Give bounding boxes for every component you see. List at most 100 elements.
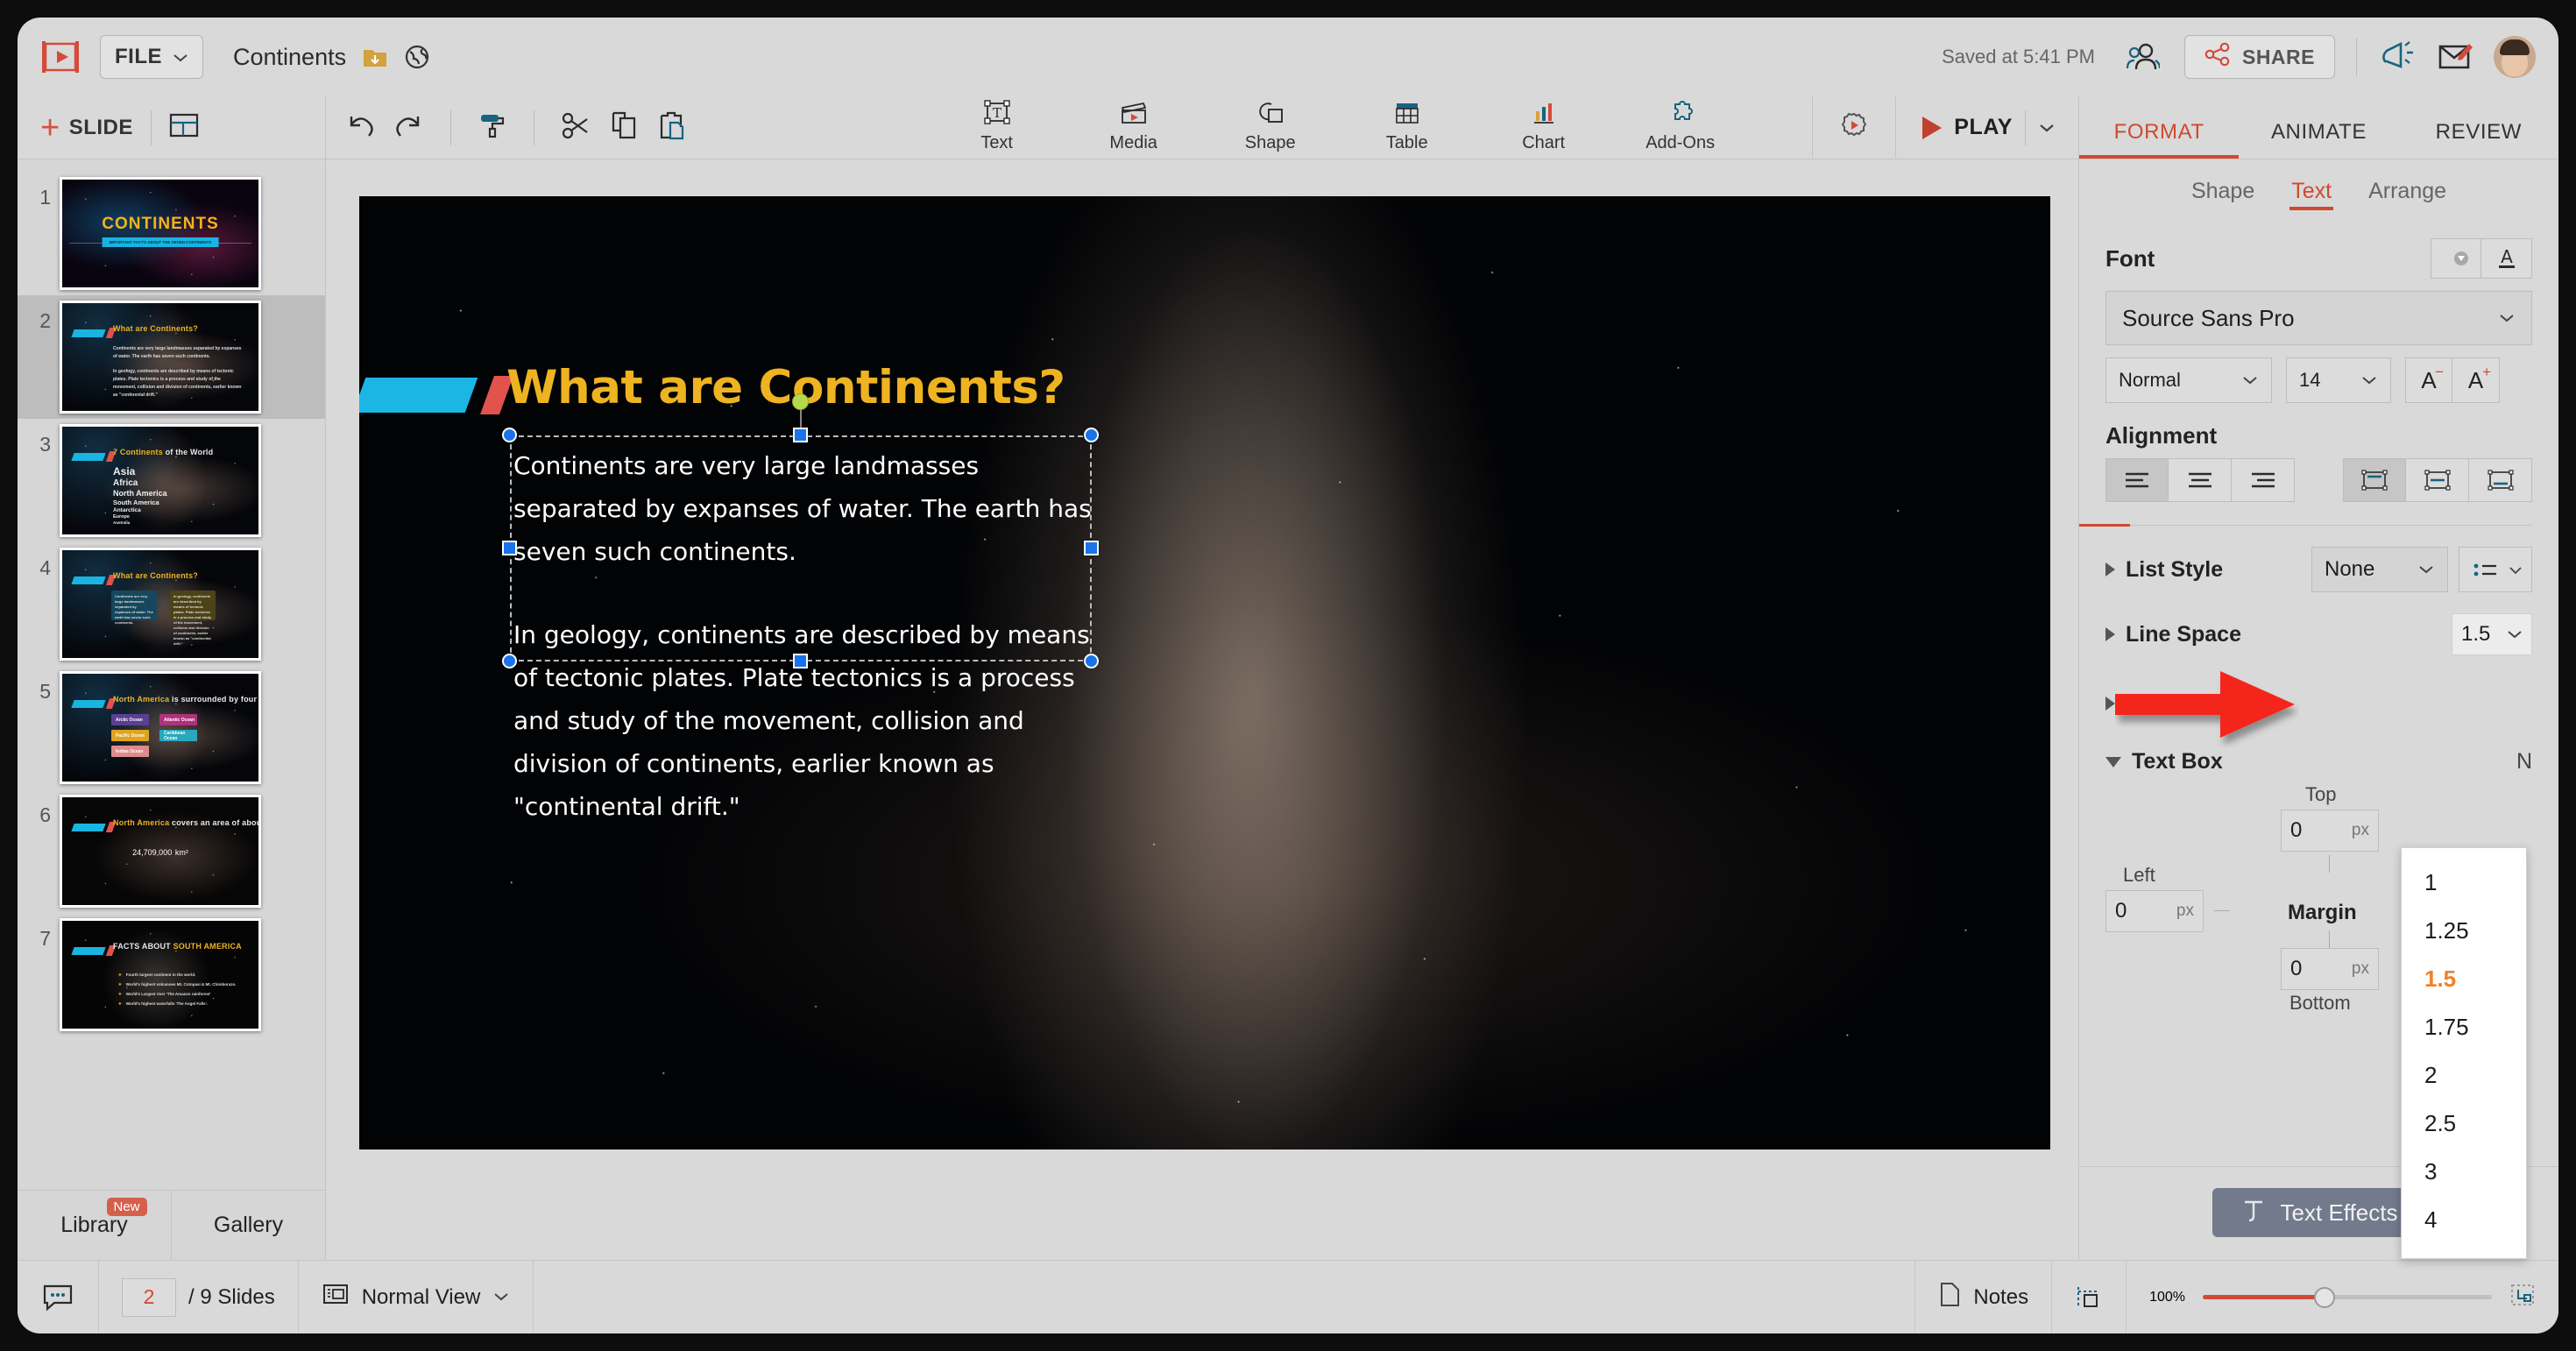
paint-roller-icon[interactable] [478,110,507,145]
dropdown-option[interactable]: 1 [2402,859,2526,907]
thumbnail-preview[interactable]: North America is surrounded by four wate… [60,671,261,784]
folder-download-icon[interactable] [362,44,388,70]
thumbnail-preview[interactable]: What are Continents? Continents are very… [60,301,261,414]
tab-animate[interactable]: ANIMATE [2239,120,2398,159]
text-box-content[interactable]: Continents are very large landmasses sep… [513,444,1100,828]
font-family-select[interactable]: Source Sans Pro [2105,291,2532,345]
line-space-dropdown[interactable]: 1 1.25 1.5 1.75 2 2.5 3 4 [2401,847,2527,1259]
insert-table-button[interactable]: Table [1365,100,1449,153]
resize-handle-mr[interactable] [1084,541,1099,555]
dropdown-option[interactable]: 4 [2402,1196,2526,1244]
valign-bottom-icon[interactable] [2469,458,2532,502]
paste-icon[interactable] [657,110,685,145]
font-weight-select[interactable]: Normal [2105,357,2272,403]
font-size-select[interactable]: 14 [2286,357,2391,403]
margin-top-input[interactable]: 0 px [2281,810,2379,852]
bullet-list-icon[interactable] [2459,547,2532,592]
list-style-select[interactable]: None [2311,547,2448,592]
text-effects-button[interactable]: Text Effects [2212,1188,2426,1237]
thumbnail-preview[interactable]: FACTS ABOUT SOUTH AMERICA ✷ Fourth larges… [60,918,261,1031]
margin-bottom-input[interactable]: 0 px [2281,948,2379,990]
undo-icon[interactable] [345,112,375,143]
slide-thumbnail-2[interactable]: 2 What are Continents? Continents are ve… [18,295,325,419]
slide-title[interactable]: What are Continents? [506,361,1065,414]
tab-library[interactable]: Library New [18,1191,171,1260]
subtab-text[interactable]: Text [2289,179,2333,210]
file-menu-button[interactable]: FILE [100,35,203,79]
zoom-slider[interactable] [2203,1286,2492,1308]
page-indicator[interactable]: 2 / 9 Slides [99,1261,299,1333]
zoom-control[interactable]: 100% [2127,1261,2558,1333]
resize-handle-br[interactable] [1084,654,1099,668]
view-mode-selector[interactable]: Normal View [299,1261,534,1333]
line-space-select[interactable]: 1.5 [2452,613,2532,655]
notes-button[interactable]: Notes [1915,1261,2053,1333]
tab-review[interactable]: REVIEW [2399,120,2558,159]
dropdown-option[interactable]: 1.25 [2402,907,2526,955]
expand-caret-icon[interactable] [2105,696,2115,711]
dropdown-option[interactable]: 2.5 [2402,1100,2526,1148]
dropdown-option[interactable]: 2 [2402,1051,2526,1100]
redo-icon[interactable] [394,112,424,143]
align-right-icon[interactable] [2232,458,2295,502]
rotate-handle[interactable] [792,393,809,410]
collapse-caret-icon[interactable] [2105,756,2121,767]
add-slide-button[interactable]: + SLIDE [40,111,133,145]
subtab-shape[interactable]: Shape [2191,179,2254,210]
scissors-icon[interactable] [561,111,591,144]
subtab-arrange[interactable]: Arrange [2368,179,2446,210]
thumbnail-preview[interactable]: What are Continents? Continents are very… [60,548,261,661]
collaborators-icon[interactable] [2125,41,2162,73]
slide-layout-icon[interactable] [169,112,199,143]
dropdown-option[interactable]: 3 [2402,1148,2526,1196]
document-title[interactable]: Continents [233,44,346,71]
share-button[interactable]: SHARE [2183,35,2335,79]
copy-icon[interactable] [610,110,638,145]
insert-text-button[interactable]: T Text [955,100,1039,153]
align-left-icon[interactable] [2105,458,2169,502]
zoom-slider-knob[interactable] [2313,1286,2335,1308]
selected-text-box[interactable]: Continents are very large landmasses sep… [502,393,1099,821]
resize-handle-tc[interactable] [793,428,808,442]
slide-thumbnail-1[interactable]: 1 CONTINENTS IMPORTANT FACTS ABOUT THE S… [18,172,325,295]
megaphone-icon[interactable] [2378,39,2415,75]
slide-thumbnail-7[interactable]: 7 FACTS ABOUT SOUTH AMERICA ✷ Fourth larg… [18,913,325,1036]
chevron-down-icon[interactable] [2038,115,2056,140]
presentation-logo-icon[interactable] [40,37,81,77]
insert-chart-button[interactable]: Chart [1502,100,1586,153]
feedback-pen-icon[interactable] [2436,39,2473,75]
insert-media-button[interactable]: Media [1092,100,1176,153]
increase-font-size-button[interactable]: A + [2452,357,2500,403]
thumbnail-preview[interactable]: North America covers an area of about: 2… [60,795,261,908]
thumbnail-preview[interactable]: CONTINENTS IMPORTANT FACTS ABOUT THE SEV… [60,177,261,290]
thumbnail-preview[interactable]: 7 Continents of the World Asia Africa No… [60,424,261,537]
decrease-font-size-button[interactable]: A − [2405,357,2452,403]
slide-thumbnail-3[interactable]: 3 7 Continents of the World Asia Africa … [18,419,325,542]
dropdown-option-selected[interactable]: 1.5 [2402,955,2526,1003]
resize-handle-tr[interactable] [1084,428,1099,442]
play-button[interactable]: PLAY [1895,96,2078,159]
slide-thumbnail-list[interactable]: 1 CONTINENTS IMPORTANT FACTS ABOUT THE S… [18,159,325,1190]
fit-to-screen-icon[interactable] [2509,1283,2536,1312]
slide-canvas-area[interactable]: What are Continents? Continents are very… [326,159,2078,1260]
expand-caret-icon[interactable] [2105,562,2115,576]
insert-shape-button[interactable]: Shape [1228,100,1313,153]
avatar[interactable] [2494,36,2536,78]
tab-format[interactable]: FORMAT [2079,120,2240,159]
valign-middle-icon[interactable] [2406,458,2469,502]
globe-icon[interactable] [404,44,430,70]
insert-addons-button[interactable]: Add-Ons [1638,100,1723,153]
guides-toggle[interactable] [2052,1261,2127,1333]
font-style-a-icon[interactable]: A [2481,238,2532,279]
resize-handle-bc[interactable] [793,654,808,668]
expand-caret-icon[interactable] [2105,627,2115,641]
current-page-input[interactable]: 2 [122,1277,176,1317]
tab-gallery[interactable]: Gallery [171,1191,325,1260]
font-color-icon[interactable] [2431,238,2481,279]
slide-editor[interactable]: What are Continents? Continents are very… [359,196,2050,1149]
slide-thumbnail-6[interactable]: 6 North America covers an area of about:… [18,789,325,913]
resize-handle-tl[interactable] [502,428,517,442]
dropdown-option[interactable]: 1.75 [2402,1003,2526,1051]
comments-button[interactable] [18,1261,99,1333]
settings-button[interactable] [1812,96,1895,159]
